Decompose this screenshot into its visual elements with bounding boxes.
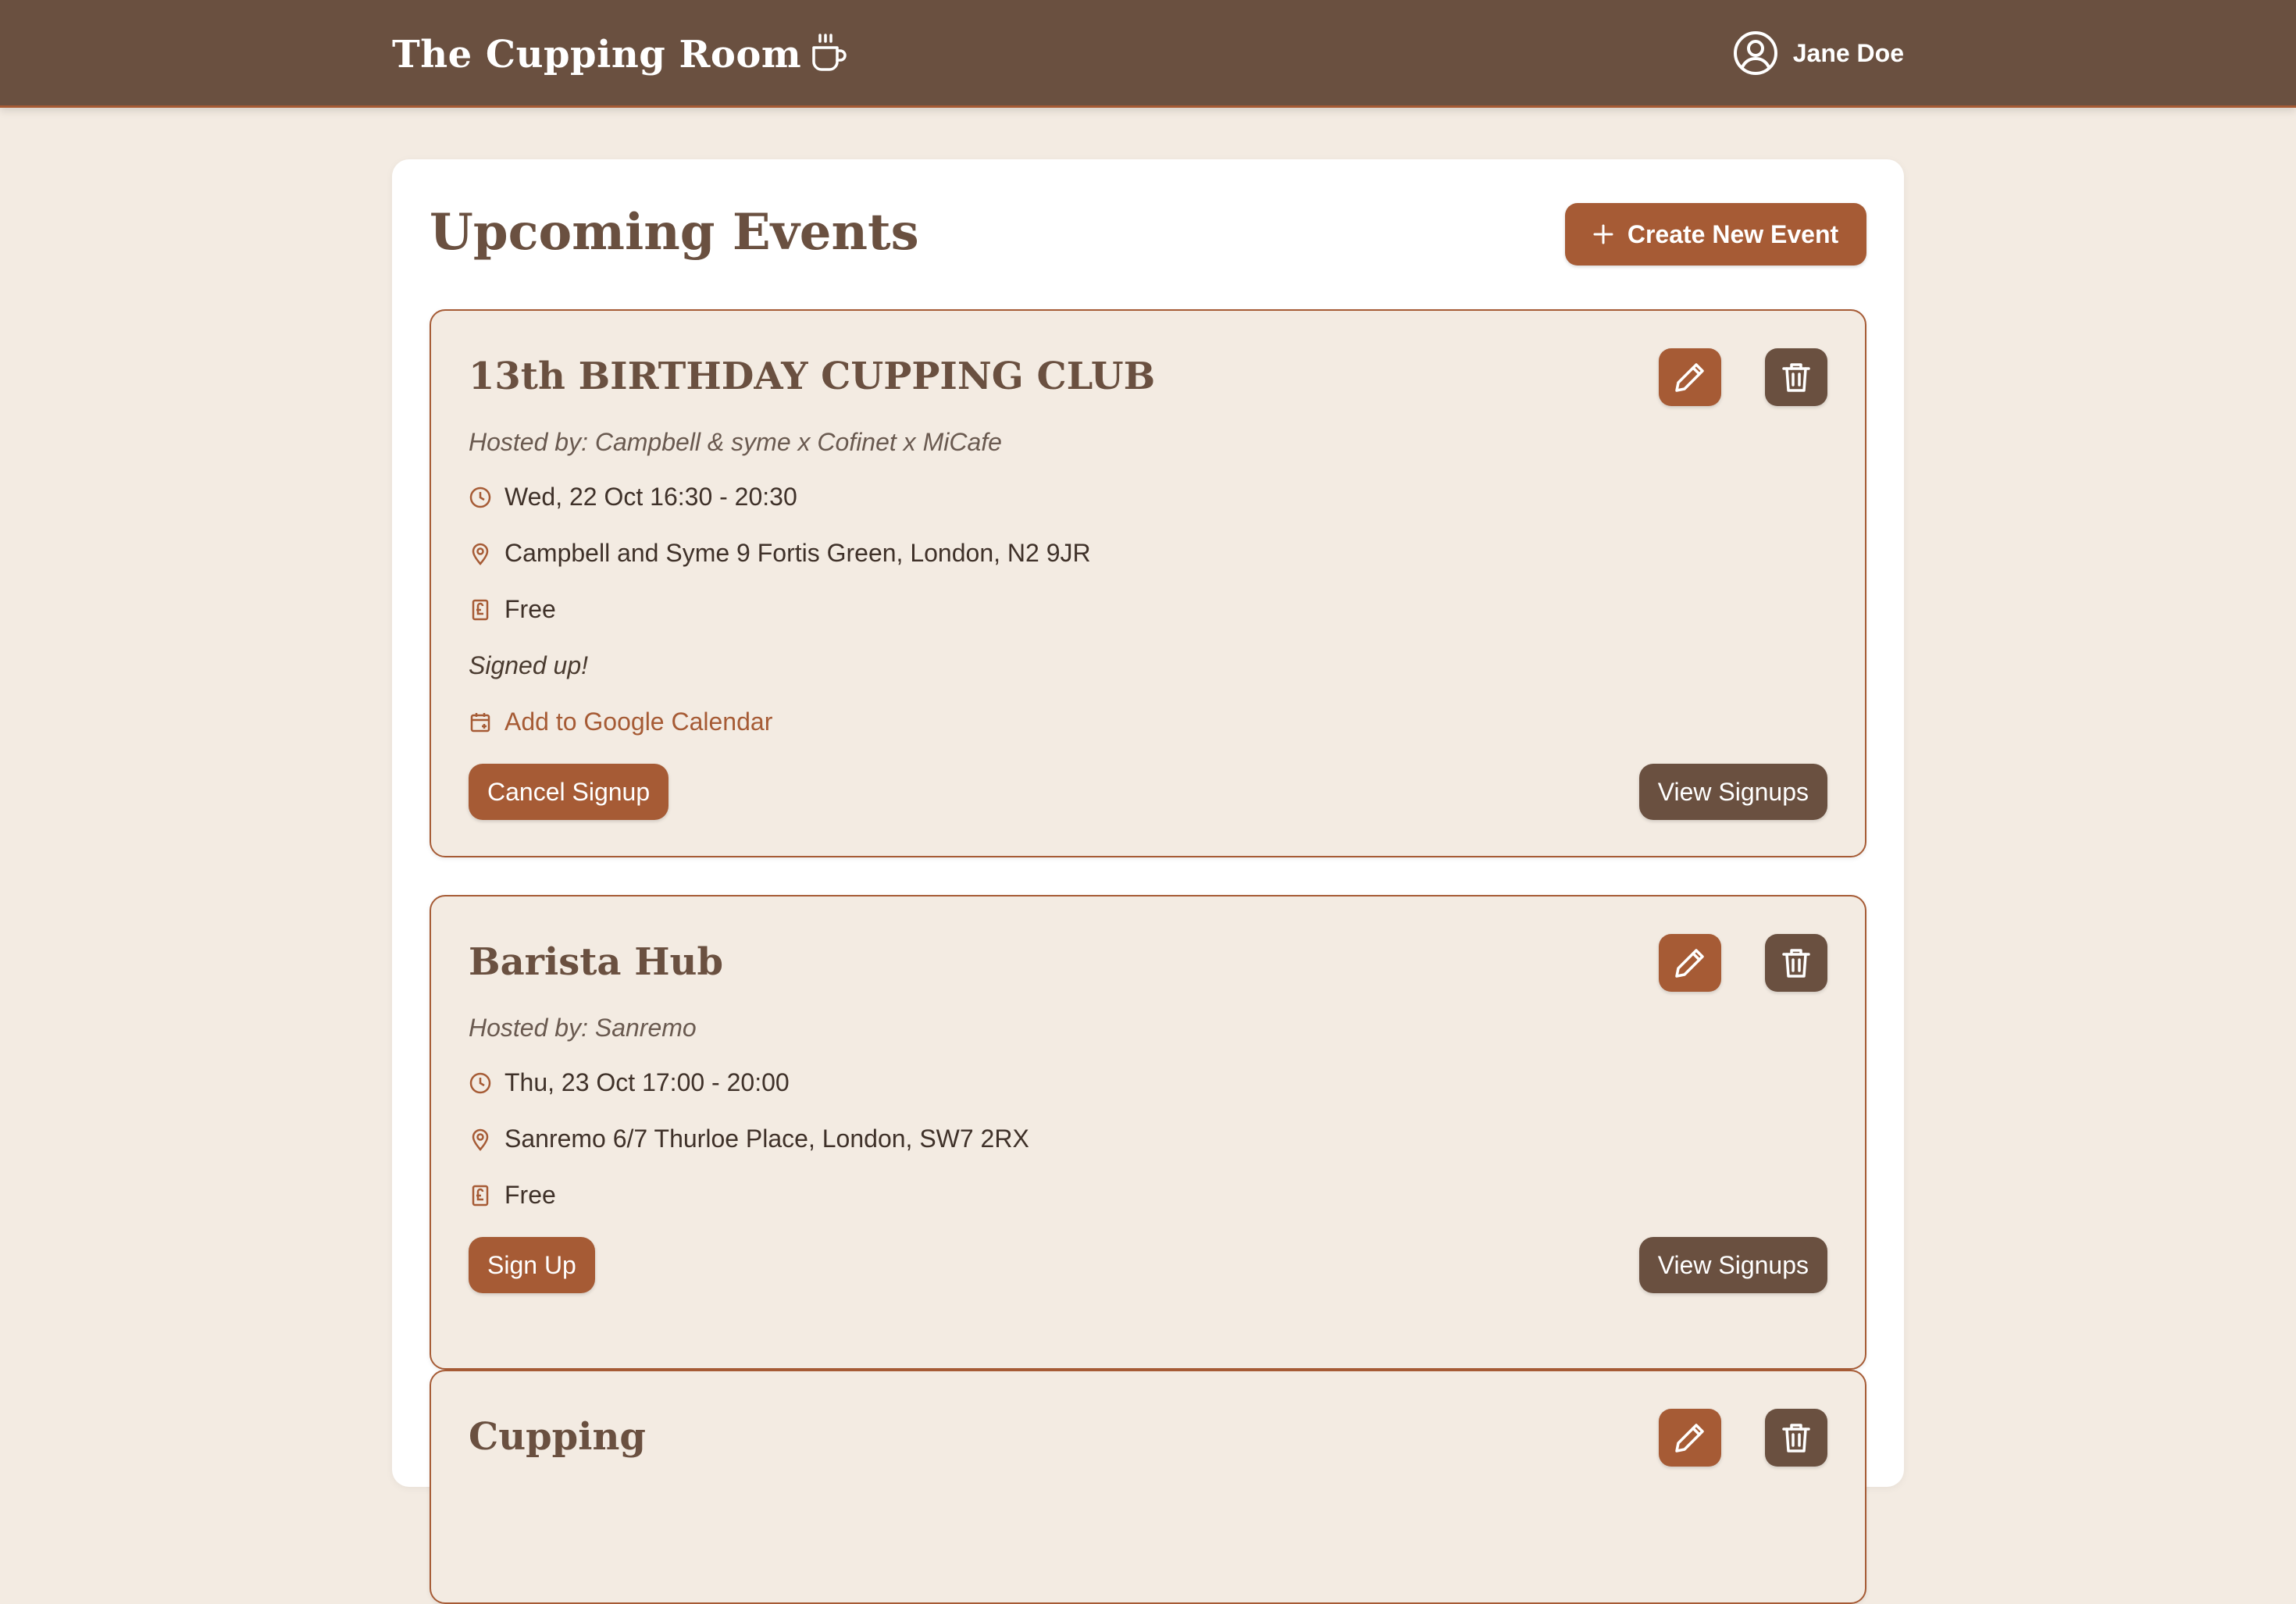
event-title: 13th BIRTHDAY CUPPING CLUB [469, 355, 1156, 398]
create-new-event-label: Create New Event [1627, 219, 1839, 248]
pencil-icon [1675, 949, 1704, 978]
map-pin-icon [469, 1128, 492, 1151]
calendar-plus-icon [469, 711, 492, 734]
event-price-text: Free [504, 1181, 556, 1209]
view-signups-button[interactable]: View Signups [1638, 764, 1827, 820]
pencil-icon [1675, 363, 1704, 392]
plus-icon [1593, 224, 1613, 244]
edit-event-button[interactable] [1659, 934, 1721, 992]
event-location: Sanremo 6/7 Thurloe Place, London, SW7 2… [469, 1125, 1029, 1153]
coffee-cup-icon [808, 30, 851, 74]
clock-icon [469, 486, 492, 509]
event-card: 13th BIRTHDAY CUPPING CLUB Hosted by: Ca… [430, 309, 1866, 857]
event-price-text: Free [504, 595, 556, 623]
events-panel: Upcoming Events Create New Event 13th BI… [392, 159, 1904, 1604]
map-pin-icon [469, 542, 492, 565]
trash-icon [1782, 363, 1810, 392]
event-datetime: Wed, 22 Oct 16:30 - 20:30 [469, 483, 797, 511]
cancel-signup-button[interactable]: Cancel Signup [469, 764, 669, 820]
clock-icon [469, 1071, 492, 1095]
brand-title: The Cupping Room [392, 33, 802, 77]
event-location: Campbell and Syme 9 Fortis Green, London… [469, 539, 1091, 568]
event-card: Cupping [430, 1370, 1866, 1604]
event-location-text: Sanremo 6/7 Thurloe Place, London, SW7 2… [504, 1125, 1029, 1153]
create-new-event-button[interactable]: Create New Event [1565, 203, 1866, 266]
add-to-google-calendar-label: Add to Google Calendar [504, 708, 773, 736]
event-card: Barista Hub Hosted by: Sanremo Thu, 23 O… [430, 895, 1866, 1370]
edit-event-button[interactable] [1659, 348, 1721, 406]
delete-event-button[interactable] [1765, 934, 1827, 992]
top-navigation-bar: The Cupping Room Jane Doe [0, 0, 2296, 108]
user-name: Jane Doe [1792, 38, 1904, 67]
event-price: Free [469, 595, 556, 624]
event-title: Cupping [469, 1415, 646, 1459]
pound-receipt-icon [469, 598, 492, 622]
pencil-icon [1675, 1424, 1704, 1453]
add-to-google-calendar-link[interactable]: Add to Google Calendar [469, 708, 772, 736]
delete-event-button[interactable] [1765, 348, 1827, 406]
user-circle-icon [1732, 30, 1779, 77]
brand-logo[interactable]: The Cupping Room [392, 27, 851, 83]
trash-icon [1782, 949, 1810, 978]
event-datetime-text: Thu, 23 Oct 17:00 - 20:00 [504, 1068, 790, 1096]
event-host: Hosted by: Campbell & syme x Cofinet x M… [469, 428, 1002, 456]
page-title: Upcoming Events [430, 203, 919, 262]
edit-event-button[interactable] [1659, 1409, 1721, 1467]
pound-receipt-icon [469, 1184, 492, 1207]
event-datetime: Thu, 23 Oct 17:00 - 20:00 [469, 1068, 790, 1097]
event-location-text: Campbell and Syme 9 Fortis Green, London… [504, 539, 1091, 567]
sign-up-button[interactable]: Sign Up [469, 1237, 595, 1293]
trash-icon [1782, 1424, 1810, 1453]
view-signups-button[interactable]: View Signups [1638, 1237, 1827, 1293]
event-title: Barista Hub [469, 940, 724, 984]
event-datetime-text: Wed, 22 Oct 16:30 - 20:30 [504, 483, 797, 511]
event-host: Hosted by: Sanremo [469, 1014, 697, 1042]
delete-event-button[interactable] [1765, 1409, 1827, 1467]
signup-status: Signed up! [469, 651, 589, 679]
user-menu[interactable]: Jane Doe [1732, 28, 1904, 78]
event-price: Free [469, 1181, 556, 1210]
